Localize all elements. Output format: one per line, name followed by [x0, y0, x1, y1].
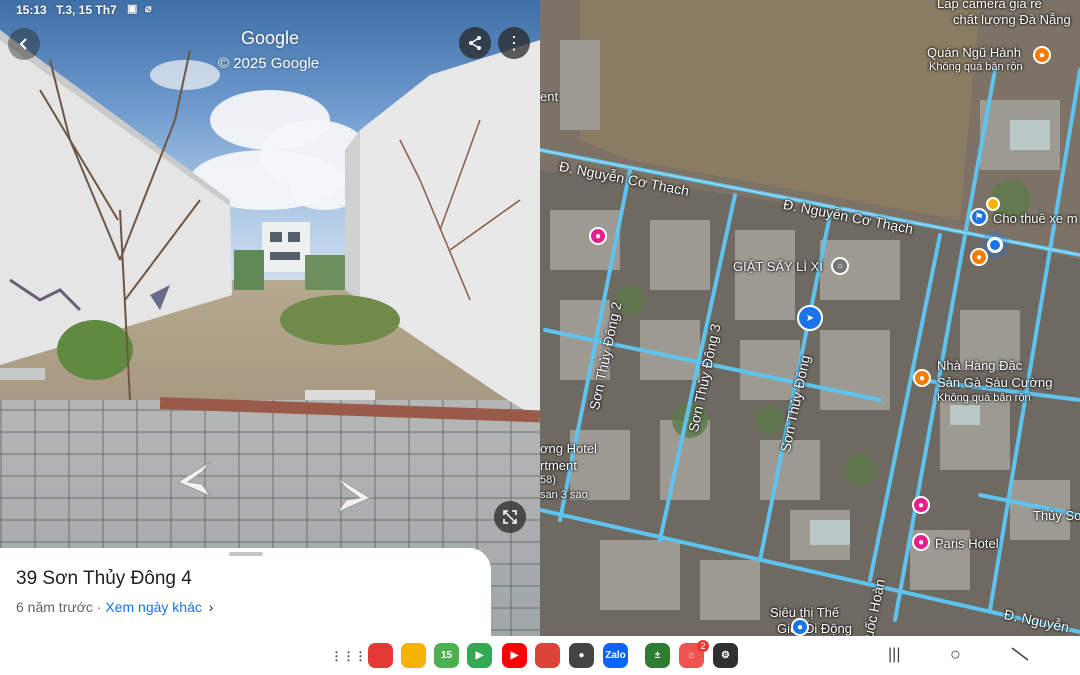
restaurant-pin-icon-2[interactable]: ● [970, 248, 988, 266]
current-location-icon [987, 237, 1003, 253]
map-label-sieu-thi-2[interactable]: Giới Di Động [777, 621, 852, 636]
card-drag-handle[interactable] [229, 552, 263, 556]
map-label-hotel-1[interactable]: ơng Hotel [540, 441, 597, 456]
calculator-icon[interactable]: ± [645, 643, 670, 668]
restaurant-pin-icon[interactable]: ● [1033, 46, 1051, 64]
map-label-giat-say[interactable]: GIẶT SẤY LÌ XÌ [733, 259, 823, 274]
map-label-hotel-3: 58) [540, 474, 556, 486]
copyright-text: © 2025 Google [218, 55, 320, 72]
notes-red-icon[interactable] [368, 643, 393, 668]
camera-icon[interactable]: ● [569, 643, 594, 668]
zalo-icon[interactable]: Zalo [603, 643, 628, 668]
calendar-icon[interactable]: 15 [434, 643, 459, 668]
map-label-camera-2[interactable]: chất lượng Đà Nẵng [953, 12, 1071, 27]
expand-button[interactable] [494, 501, 526, 533]
status-date: T.3, 15 Th7 [56, 3, 117, 17]
back-nav-button[interactable] [1010, 646, 1030, 667]
status-time: 15:13 [16, 3, 47, 17]
more-vert-icon: ⋮ [505, 33, 523, 53]
map-label-ent: ent [540, 89, 559, 104]
share-icon [469, 36, 481, 50]
satellite-map[interactable]: Lắp camera giá rẻ chất lượng Đà Nẵng Quá… [540, 0, 1080, 636]
hotel-pin-icon-2[interactable]: ● [912, 533, 930, 551]
street-label-thuy-so: Thủy Sơ [1033, 508, 1080, 523]
shopping-pin-icon[interactable]: ● [589, 227, 607, 245]
map-label-camera-1[interactable]: Lắp camera giá rẻ [937, 0, 1042, 11]
store-pin-icon[interactable]: ● [791, 618, 809, 636]
google-brand: Google [241, 28, 300, 48]
flag-pin-icon[interactable]: ⚑ [970, 208, 988, 226]
apps-grid-icon[interactable]: ⋮⋮⋮ [331, 643, 367, 668]
laundry-pin-icon[interactable]: ○ [831, 257, 849, 275]
map-label-busy-2: Không quá bận rộn [937, 392, 1031, 404]
more-options-button[interactable]: ⋮ [498, 27, 530, 59]
street-view-pegman-icon[interactable]: ➤ [797, 305, 823, 331]
play-store-icon[interactable]: ▶ [467, 643, 492, 668]
restaurant-pin-icon-3[interactable]: ● [913, 369, 931, 387]
street-view-panel[interactable]: 15:13 T.3, 15 Th7 ▣ ⌀ Google © 2025 Goog… [0, 0, 540, 675]
navigate-right-arrow[interactable] [334, 474, 376, 514]
screenshot-status-icon: ▣ [127, 3, 138, 15]
recents-button[interactable]: ||| [888, 646, 900, 664]
map-label-nha-hang-2[interactable]: Sản Gà Sáu Cường [937, 375, 1053, 390]
map-label-busy-1: Không quá bận rộn [929, 61, 1023, 73]
capture-age: 6 năm trước [16, 599, 93, 615]
map-label-hotel-4: san 3 sao [540, 489, 588, 501]
home-button[interactable]: ○ [950, 644, 961, 665]
map-label-quan-ngu-hanh[interactable]: Quán Ngũ Hành [927, 45, 1021, 60]
map-label-nha-hang-1[interactable]: Nhà Hàng Đặc [937, 358, 1022, 373]
chevron-right-icon: › [208, 599, 214, 615]
other-dates-link[interactable]: Xem ngày khác [105, 599, 202, 615]
map-label-cho-thue[interactable]: Cho thuê xe m [993, 211, 1078, 226]
location-subtitle: 6 năm trước · Xem ngày khác › [16, 599, 213, 615]
map-label-paris-hotel[interactable]: Paris Hotel [935, 536, 999, 551]
expand-icon [503, 510, 517, 524]
map-label-hotel-2[interactable]: rtment [540, 458, 577, 473]
back-gesture-icon [1011, 647, 1029, 661]
yellow-pin-icon[interactable] [986, 197, 1000, 211]
location-title: 39 Sơn Thủy Đông 4 [16, 568, 192, 589]
map-label-sieu-thi-1[interactable]: Siêu thị Thế [770, 605, 839, 620]
notification-badge: 2 [697, 640, 709, 652]
back-arrow-icon [19, 38, 27, 50]
share-button[interactable] [459, 27, 491, 59]
hotel-pin-icon-1[interactable]: ● [912, 496, 930, 514]
youtube-icon[interactable]: ▶ [502, 643, 527, 668]
navigate-left-arrow[interactable] [172, 458, 214, 498]
settings-icon[interactable]: ⚙ [713, 643, 738, 668]
notes-yellow-icon[interactable] [401, 643, 426, 668]
separator: · [96, 599, 102, 615]
mute-status-icon: ⌀ [145, 3, 152, 15]
chrome-icon[interactable] [535, 643, 560, 668]
back-button[interactable] [8, 28, 40, 60]
